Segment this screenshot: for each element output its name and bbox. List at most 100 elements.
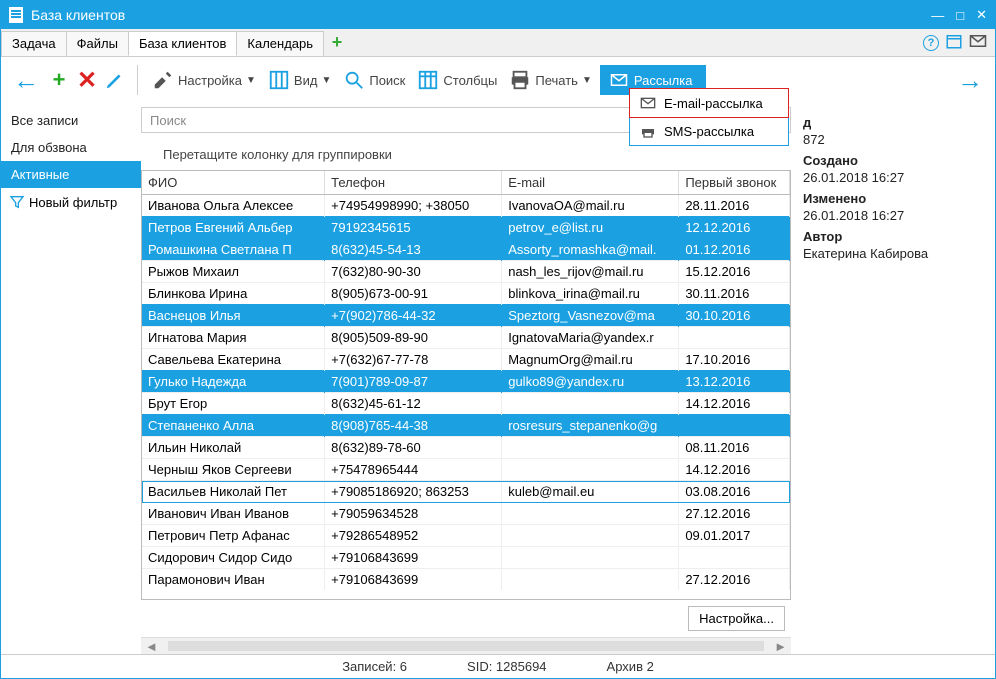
tab-0[interactable]: Задача (1, 31, 67, 56)
cell-tel: 7(901)789-09-87 (325, 371, 502, 393)
horizontal-scrollbar[interactable]: ◄► (141, 637, 791, 654)
minimize-button[interactable]: — (931, 8, 944, 23)
new-filter-label: Новый фильтр (29, 195, 117, 210)
delete-button[interactable]: ✕ (75, 68, 99, 92)
calendar-icon[interactable] (945, 32, 963, 53)
table-row[interactable]: Черныш Яков Сергееви+7547896544414.12.20… (142, 459, 790, 481)
table-row[interactable]: Гулько Надежда7(901)789-09-87gulko89@yan… (142, 371, 790, 393)
cell-tel: 8(632)45-54-13 (325, 239, 502, 261)
cell-fio: Ромашкина Светлана П (142, 239, 325, 261)
table-row[interactable]: Ромашкина Светлана П8(632)45-54-13Assort… (142, 239, 790, 261)
cell-tel: +75478965444 (325, 459, 502, 481)
chevron-down-icon: ▼ (582, 75, 592, 86)
chevron-down-icon: ▼ (321, 75, 331, 86)
data-grid[interactable]: ФИО Телефон E-mail Первый звонок Иванова… (141, 170, 791, 600)
table-row[interactable]: Парамонович Иван+7910684369927.12.2016 (142, 569, 790, 591)
cell-fio: Иванова Ольга Алексее (142, 195, 325, 217)
cell-call: 15.12.2016 (679, 261, 790, 283)
sms-mailing-label: SMS-рассылка (664, 124, 754, 139)
maximize-button[interactable]: □ (956, 8, 964, 23)
new-filter-button[interactable]: Новый фильтр (1, 188, 141, 216)
search-button[interactable]: Поиск (339, 67, 409, 93)
table-row[interactable]: Васильев Николай Пет+79085186920; 863253… (142, 481, 790, 503)
cell-fio: Васильев Николай Пет (142, 481, 325, 503)
tab-2[interactable]: База клиентов (128, 31, 237, 56)
status-archive: Архив 2 (607, 659, 654, 674)
view-label: Вид (294, 73, 318, 88)
col-fio[interactable]: ФИО (142, 171, 325, 195)
grid-settings-button[interactable]: Настройка... (688, 606, 785, 631)
sidebar-item-0[interactable]: Все записи (1, 107, 141, 134)
cell-fio: Гулько Надежда (142, 371, 325, 393)
table-row[interactable]: Иванова Ольга Алексее+74954998990; +3805… (142, 195, 790, 217)
close-button[interactable]: ✕ (976, 7, 987, 23)
author-value: Екатерина Кабирова (803, 246, 991, 261)
table-row[interactable]: Савельева Екатерина+7(632)67-77-78Magnum… (142, 349, 790, 371)
table-row[interactable]: Игнатова Мария8(905)509-89-90IgnatovaMar… (142, 327, 790, 349)
details-panel: д 872 Создано 26.01.2018 16:27 Изменено … (795, 103, 995, 654)
cell-tel: 8(905)509-89-90 (325, 327, 502, 349)
cell-fio: Рыжов Михаил (142, 261, 325, 283)
cell-call: 30.11.2016 (679, 283, 790, 305)
tab-3[interactable]: Календарь (236, 31, 324, 56)
cell-email: IvanovaOA@mail.ru (502, 195, 679, 217)
table-row[interactable]: Степаненко Алла8(908)765-44-38rosresurs_… (142, 415, 790, 437)
cell-email: rosresurs_stepanenko@g (502, 415, 679, 437)
cell-call: 17.10.2016 (679, 349, 790, 371)
settings-menu[interactable]: Настройка ▼ (148, 67, 260, 93)
cell-call: 03.08.2016 (679, 481, 790, 503)
table-row[interactable]: Рыжов Михаил7(632)80-90-30nash_les_rijov… (142, 261, 790, 283)
sms-mailing-item[interactable]: SMS-рассылка (630, 117, 788, 145)
header-row[interactable]: ФИО Телефон E-mail Первый звонок (142, 171, 790, 195)
table-row[interactable]: Сидорович Сидор Сидо+79106843699 (142, 547, 790, 569)
col-first-call[interactable]: Первый звонок (679, 171, 790, 195)
cell-email: kuleb@mail.eu (502, 481, 679, 503)
cell-fio: Блинкова Ирина (142, 283, 325, 305)
columns-button[interactable]: Столбцы (413, 67, 501, 93)
cell-email (502, 525, 679, 547)
table-row[interactable]: Петров Евгений Альбер79192345615petrov_e… (142, 217, 790, 239)
table-row[interactable]: Петрович Петр Афанас+7928654895209.01.20… (142, 525, 790, 547)
tab-1[interactable]: Файлы (66, 31, 129, 56)
cell-call: 27.12.2016 (679, 503, 790, 525)
add-button[interactable]: + (47, 68, 71, 92)
col-email[interactable]: E-mail (502, 171, 679, 195)
cell-call: 13.12.2016 (679, 371, 790, 393)
table-row[interactable]: Иванович Иван Иванов+7905963452827.12.20… (142, 503, 790, 525)
chevron-down-icon: ▼ (246, 75, 256, 86)
cell-call: 27.12.2016 (679, 569, 790, 591)
table-row[interactable]: Блинкова Ирина8(905)673-00-91blinkova_ir… (142, 283, 790, 305)
print-button[interactable]: Печать ▼ (505, 67, 596, 93)
sidebar-item-2[interactable]: Активные (1, 161, 141, 188)
cell-call: 08.11.2016 (679, 437, 790, 459)
sidebar-item-1[interactable]: Для обзвона (1, 134, 141, 161)
mail-icon[interactable] (969, 32, 987, 53)
forward-button[interactable]: → (953, 65, 987, 96)
table-row[interactable]: Ильин Николай8(632)89-78-6008.11.2016 (142, 437, 790, 459)
app-window: База клиентов — □ ✕ ЗадачаФайлыБаза клие… (0, 0, 996, 679)
edit-button[interactable] (103, 68, 127, 92)
cell-call: 14.12.2016 (679, 393, 790, 415)
cell-email (502, 393, 679, 415)
cell-email (502, 503, 679, 525)
changed-value: 26.01.2018 16:27 (803, 208, 991, 223)
cell-email: IgnatovaMaria@yandex.r (502, 327, 679, 349)
cell-email: gulko89@yandex.ru (502, 371, 679, 393)
back-button[interactable]: ← (9, 65, 43, 96)
email-mailing-item[interactable]: E-mail-рассылка (629, 88, 789, 118)
cell-fio: Васнецов Илья (142, 305, 325, 327)
table-row[interactable]: Васнецов Илья+7(902)786-44-32Speztorg_Va… (142, 305, 790, 327)
view-menu[interactable]: Вид ▼ (264, 67, 335, 93)
help-icon[interactable]: ? (923, 35, 939, 51)
cell-tel: +79085186920; 863253 (325, 481, 502, 503)
cell-email (502, 437, 679, 459)
table-row[interactable]: Брут Егор8(632)45-61-1214.12.2016 (142, 393, 790, 415)
col-tel[interactable]: Телефон (325, 171, 502, 195)
author-label: Автор (803, 229, 991, 244)
cell-fio: Ильин Николай (142, 437, 325, 459)
cell-fio: Черныш Яков Сергееви (142, 459, 325, 481)
status-sid: SID: 1285694 (467, 659, 547, 674)
add-tab-button[interactable]: + (327, 33, 347, 53)
status-bar: Записей: 6 SID: 1285694 Архив 2 (1, 654, 995, 678)
cell-call: 30.10.2016 (679, 305, 790, 327)
